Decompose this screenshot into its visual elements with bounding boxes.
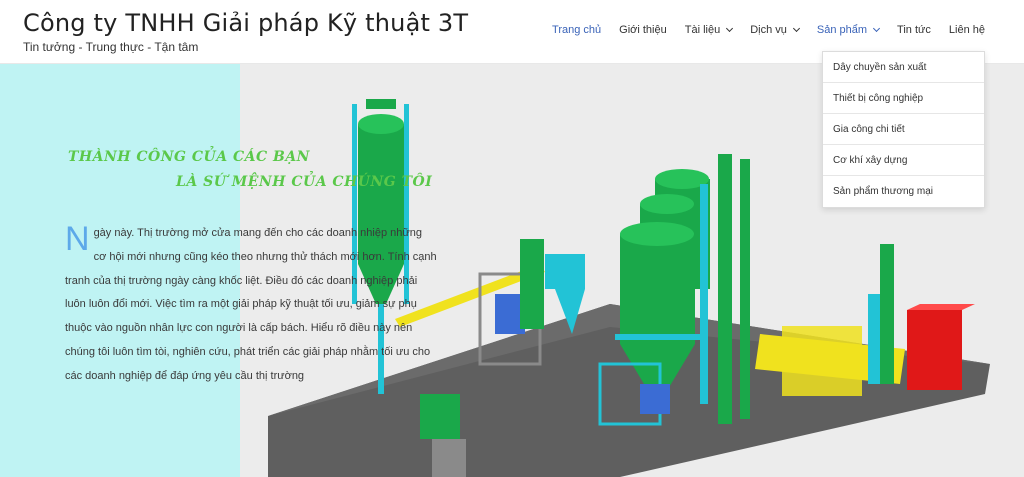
hero-slogan-line-1: THÀNH CÔNG CỦA CÁC BẠN (68, 149, 310, 165)
nav-item-services[interactable]: Dịch vụ (741, 24, 808, 36)
nav-item-label: Sản phẩm (816, 24, 868, 36)
nav-item-label: Tin tức (897, 24, 931, 36)
nav-item-label: Trang chủ (552, 24, 602, 36)
nav-item-news[interactable]: Tin tức (888, 24, 940, 36)
chevron-down-icon (792, 24, 800, 33)
products-dropdown-menu: Dây chuyền sản xuất Thiết bị công nghiệp… (822, 51, 985, 208)
dropdown-item-machining[interactable]: Gia công chi tiết (823, 114, 984, 145)
dropdown-item-construction-mechanics[interactable]: Cơ khí xây dựng (823, 145, 984, 176)
main-nav: Trang chủ Giới thiệu Tài liệu Dịch vụ Sả… (543, 24, 994, 36)
nav-item-products[interactable]: Sản phẩm (808, 24, 888, 36)
nav-item-contact[interactable]: Liên hệ (940, 24, 994, 36)
dropcap-letter: N (65, 220, 90, 258)
hero-intro-paragraph: gày này. Thị trường mở cửa mang đến cho … (65, 227, 437, 382)
site-title[interactable]: Công ty TNHH Giải pháp Kỹ thuật 3T (23, 9, 468, 37)
nav-item-about[interactable]: Giới thiệu (610, 24, 676, 36)
site-tagline: Tin tưởng - Trung thực - Tận tâm (23, 40, 199, 54)
chevron-down-icon (873, 24, 881, 33)
nav-item-documents[interactable]: Tài liệu (676, 24, 741, 36)
dropdown-item-industrial-equipment[interactable]: Thiết bị công nghiệp (823, 83, 984, 114)
nav-item-label: Dịch vụ (750, 24, 787, 36)
hero-intro-text: N gày này. Thị trường mở cửa mang đến ch… (65, 222, 437, 389)
nav-item-label: Tài liệu (684, 24, 721, 36)
nav-item-label: Liên hệ (948, 24, 985, 36)
nav-item-label: Giới thiệu (619, 24, 667, 36)
dropdown-item-commercial-products[interactable]: Sản phẩm thương mại (823, 176, 984, 207)
hero-slogan-line-2: LÀ SỨ MỆNH CỦA CHÚNG TÔI (176, 174, 433, 190)
nav-item-home[interactable]: Trang chủ (543, 24, 610, 36)
dropdown-item-production-line[interactable]: Dây chuyền sản xuất (823, 52, 984, 83)
chevron-down-icon (726, 24, 734, 33)
